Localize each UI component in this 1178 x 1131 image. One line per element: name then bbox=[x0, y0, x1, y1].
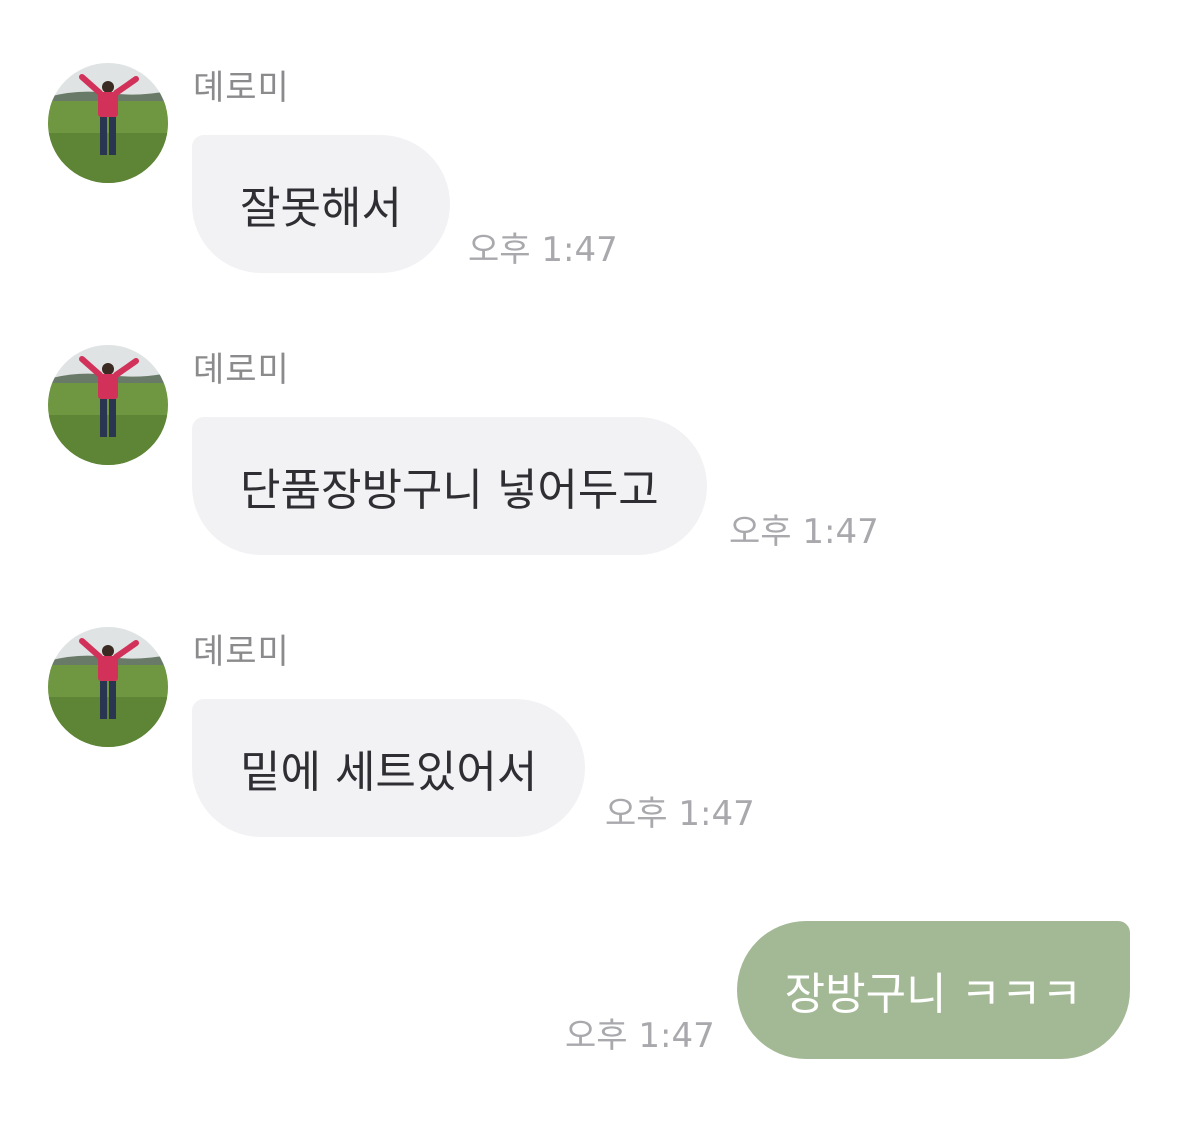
message-bubble[interactable]: 밑에 세트있어서 bbox=[192, 699, 586, 837]
sender-name: 뎨로미 bbox=[193, 68, 290, 108]
message-timestamp: 오후 1:47 bbox=[565, 1016, 715, 1056]
message-bubble[interactable]: 단품장방구니 넣어두고 bbox=[192, 417, 707, 555]
avatar[interactable] bbox=[48, 63, 168, 183]
avatar[interactable] bbox=[48, 627, 168, 747]
message-timestamp: 오후 1:47 bbox=[468, 230, 618, 270]
message-bubble[interactable]: 잘못해서 bbox=[192, 135, 450, 273]
avatar-photo bbox=[48, 627, 168, 747]
chat-thread: 뎨로미 잘못해서 오후 1:47 뎨로미 단품장방구니 넣어두고 오후 1:47 bbox=[0, 0, 1178, 1131]
message-bubble-outgoing[interactable]: 장방구니 ㅋㅋㅋ bbox=[736, 921, 1130, 1059]
message-timestamp: 오후 1:47 bbox=[605, 794, 755, 834]
message-timestamp: 오후 1:47 bbox=[729, 512, 879, 552]
avatar-photo bbox=[48, 63, 168, 183]
avatar[interactable] bbox=[48, 345, 168, 465]
sender-name: 뎨로미 bbox=[193, 350, 290, 390]
avatar-photo bbox=[48, 345, 168, 465]
sender-name: 뎨로미 bbox=[193, 632, 290, 672]
